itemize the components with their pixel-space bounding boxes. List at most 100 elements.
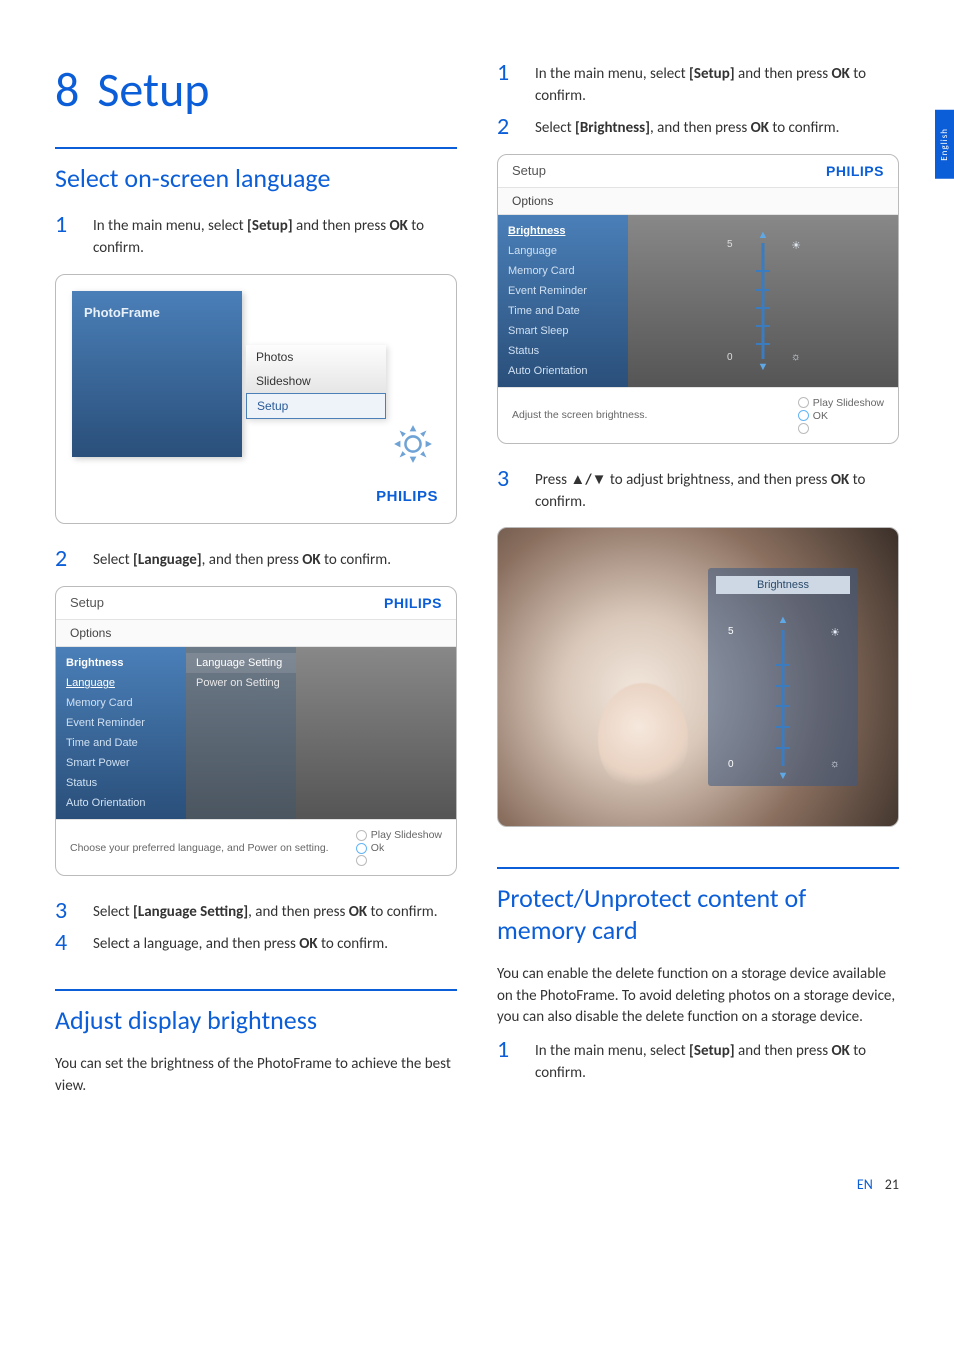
- option-item: Brightness: [56, 653, 186, 673]
- sub-option-item: Language Setting: [186, 653, 296, 673]
- option-item: Event Reminder: [56, 713, 186, 733]
- options-list: Brightness Language Memory Card Event Re…: [498, 215, 628, 387]
- slider-max-label: 5: [728, 626, 734, 637]
- arrow-up-icon: ▲: [758, 229, 769, 241]
- menu-item-selected: Setup: [246, 393, 386, 419]
- list-item: 3 Press ▲/▼ to adjust brightness, and th…: [497, 466, 899, 514]
- ring-icon: [798, 410, 809, 421]
- overlay-title: Brightness: [716, 576, 850, 594]
- option-item: Auto Orientation: [498, 361, 628, 381]
- step-number: 1: [497, 60, 519, 108]
- option-item-selected: Language: [56, 673, 186, 693]
- list-item: 1 In the main menu, select [Setup] and t…: [55, 212, 457, 260]
- figure-footer-text: Adjust the screen brightness.: [512, 409, 647, 421]
- ring-icon: [798, 397, 809, 408]
- footer-lang: EN: [857, 1176, 873, 1193]
- section-brightness-heading: Adjust display brightness: [55, 1005, 457, 1036]
- step-text: Select a language, and then press OK to …: [93, 930, 388, 956]
- figure-setup-brightness: Setup PHILIPS Options Brightness Languag…: [497, 154, 899, 444]
- figure-header: Setup: [512, 163, 546, 179]
- sun-dim-icon: ☼: [830, 758, 840, 770]
- section-intro: You can enable the delete function on a …: [497, 964, 899, 1029]
- section-language-heading: Select on-screen language: [55, 163, 457, 194]
- step-text: In the main menu, select [Setup] and the…: [535, 60, 899, 108]
- footer-page-number: 21: [885, 1176, 899, 1193]
- brand-label: PHILIPS: [826, 163, 884, 179]
- section-rule: [497, 867, 899, 869]
- section-intro: You can set the brightness of the PhotoF…: [55, 1054, 457, 1098]
- step-text: Select [Brightness], and then press OK t…: [535, 114, 839, 140]
- list-item: 2 Select [Language], and then press OK t…: [55, 546, 457, 572]
- sun-icon: ☀: [791, 239, 801, 252]
- step-number: 1: [55, 212, 77, 260]
- section-rule: [55, 147, 457, 149]
- list-item: 4 Select a language, and then press OK t…: [55, 930, 457, 956]
- arrow-down-icon: ▼: [778, 770, 789, 782]
- photo-subject: [598, 683, 688, 793]
- ring-icon: [356, 843, 367, 854]
- sub-option-item: Power on Setting: [186, 673, 296, 693]
- menu-item: Slideshow: [246, 369, 386, 393]
- brand-label: PHILIPS: [376, 488, 438, 505]
- list-item: 1 In the main menu, select [Setup] and t…: [497, 60, 899, 108]
- menu-list: Photos Slideshow Setup: [246, 345, 386, 419]
- figure-brightness-photo: Brightness ▲ 5 ☀ 0 ☼ ▼: [497, 527, 899, 827]
- ring-icon: [356, 855, 367, 866]
- button-hints: Play Slideshow Ok: [356, 828, 442, 867]
- right-column: 1 In the main menu, select [Setup] and t…: [497, 60, 899, 1106]
- step-number: 2: [55, 546, 77, 572]
- brand-label: PHILIPS: [384, 595, 442, 611]
- step-text: Select [Language Setting], and then pres…: [93, 898, 438, 924]
- sun-icon: ☀: [830, 626, 840, 639]
- section-protect-heading: Protect/Unprotect content of memory card: [497, 883, 899, 945]
- left-column: 8 Setup Select on-screen language 1 In th…: [55, 60, 457, 1106]
- step-text: In the main menu, select [Setup] and the…: [93, 212, 457, 260]
- step-number: 1: [497, 1037, 519, 1085]
- brightness-overlay: Brightness ▲ 5 ☀ 0 ☼ ▼: [708, 568, 858, 786]
- options-list: Brightness Language Memory Card Event Re…: [56, 647, 186, 819]
- option-item: Status: [56, 773, 186, 793]
- button-hints: Play Slideshow OK: [798, 396, 884, 435]
- option-item: Language: [498, 241, 628, 261]
- figure-setup-language: Setup PHILIPS Options Brightness Languag…: [55, 586, 457, 876]
- arrow-up-icon: ▲: [778, 614, 789, 626]
- figure-photoframe-menu: PhotoFrame Photos Slideshow Setup PHILIP…: [55, 274, 457, 524]
- list-item: 3 Select [Language Setting], and then pr…: [55, 898, 457, 924]
- list-item: 1 In the main menu, select [Setup] and t…: [497, 1037, 899, 1085]
- option-item: Time and Date: [56, 733, 186, 753]
- option-item: Event Reminder: [498, 281, 628, 301]
- step-text: In the main menu, select [Setup] and the…: [535, 1037, 899, 1085]
- slider-min-label: 0: [727, 352, 733, 363]
- step-number: 2: [497, 114, 519, 140]
- sub-options-list: Language Setting Power on Setting: [186, 647, 296, 819]
- option-item-selected: Brightness: [498, 221, 628, 241]
- section-rule: [55, 989, 457, 991]
- step-text: Press ▲/▼ to adjust brightness, and then…: [535, 466, 899, 514]
- figure-header: Setup: [70, 595, 104, 611]
- figure-footer-text: Choose your preferred language, and Powe…: [70, 842, 329, 854]
- page-footer: EN 21: [0, 1146, 954, 1223]
- option-item: Auto Orientation: [56, 793, 186, 813]
- option-item: Memory Card: [56, 693, 186, 713]
- menu-item: Photos: [246, 345, 386, 369]
- gear-icon: [392, 423, 434, 465]
- figure-subheader: Options: [498, 187, 898, 215]
- option-item: Smart Sleep: [498, 321, 628, 341]
- option-item: Time and Date: [498, 301, 628, 321]
- sun-dim-icon: ☼: [791, 351, 801, 363]
- slider-track: [762, 243, 765, 359]
- option-item: Status: [498, 341, 628, 361]
- ring-icon: [356, 830, 367, 841]
- preview-pane: [296, 647, 456, 819]
- step-number: 4: [55, 930, 77, 956]
- slider-min-label: 0: [728, 759, 734, 770]
- chapter-heading: 8 Setup: [55, 60, 457, 119]
- list-item: 2 Select [Brightness], and then press OK…: [497, 114, 899, 140]
- chapter-number: 8: [55, 60, 79, 119]
- figure-subheader: Options: [56, 619, 456, 647]
- photoframe-panel: PhotoFrame: [72, 291, 242, 457]
- chapter-title: Setup: [97, 60, 209, 119]
- brightness-slider-pane: ▲ 5 ☀ 0 ☼ ▼: [628, 215, 898, 387]
- arrow-down-icon: ▼: [758, 361, 769, 373]
- step-number: 3: [497, 466, 519, 514]
